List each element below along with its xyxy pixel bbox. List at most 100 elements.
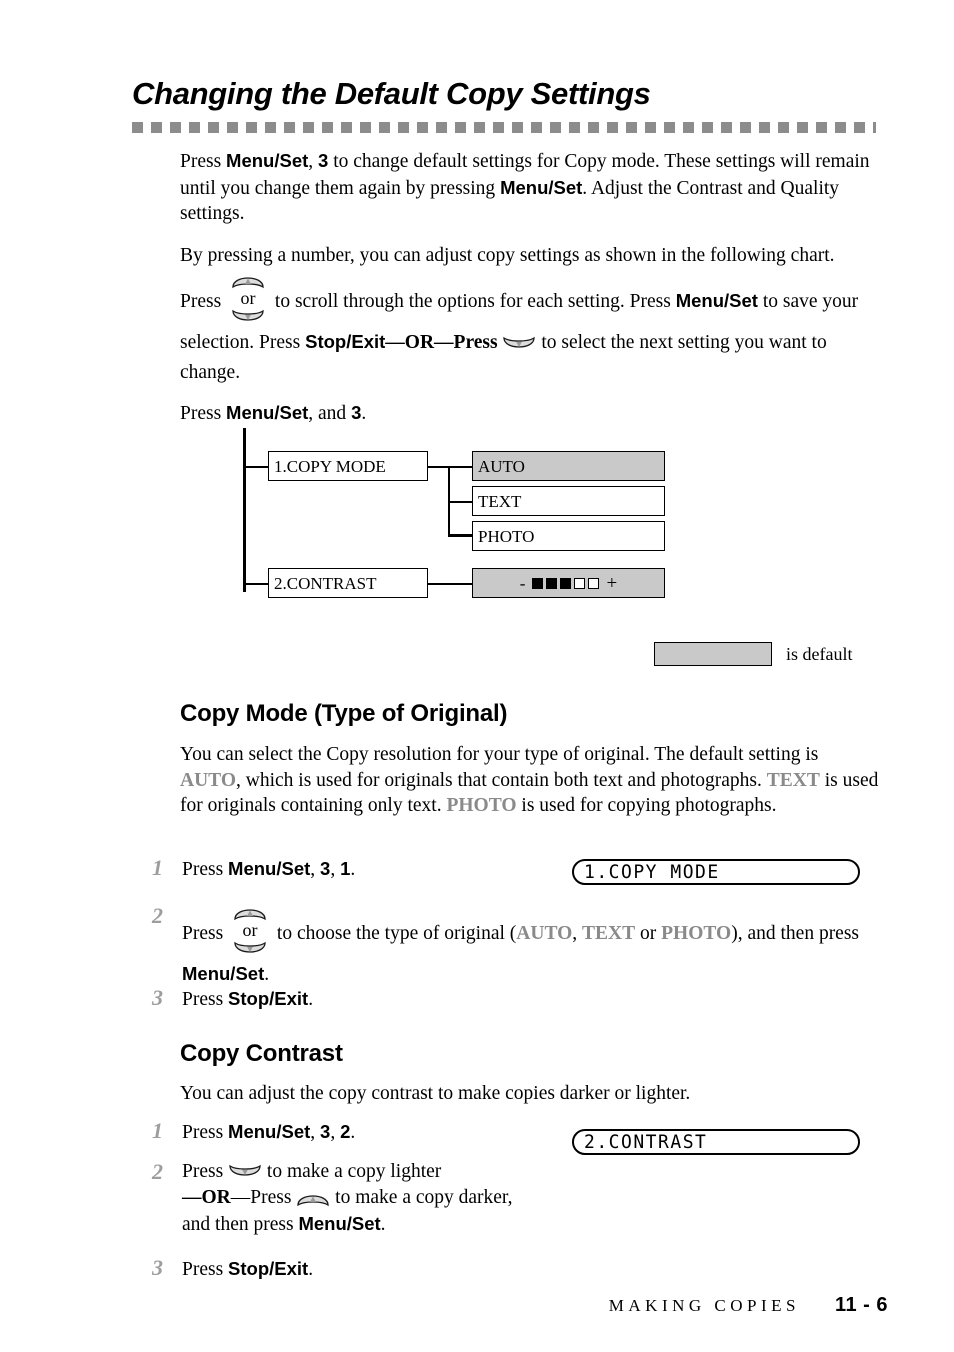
p1-text-a: Press (180, 151, 227, 172)
cs2-b: to make a copy lighter (262, 1161, 442, 1182)
cm-term-auto: AUTO (180, 769, 236, 791)
p3-menuset: Menu/Set (226, 401, 309, 423)
down-arrow-key-icon (228, 1163, 262, 1182)
cs2-or: OR (201, 1187, 231, 1208)
s3-stopexit: Stop/Exit (228, 988, 309, 1009)
s1-menuset: Menu/Set (228, 858, 311, 879)
legend-swatch (654, 642, 772, 666)
cm-body-b: , which is used for originals that conta… (236, 769, 767, 791)
s3-b: . (308, 989, 314, 1010)
cs2-d: and then press (182, 1214, 299, 1235)
cm-term-photo: PHOTO (446, 795, 517, 816)
legend-label: is default (786, 643, 853, 664)
p2-menuset: Menu/Set (675, 289, 758, 311)
p1-text-b: , (308, 151, 319, 172)
p1-menuset-2: Menu/Set (500, 176, 583, 198)
cs2-menuset: Menu/Set (298, 1213, 381, 1234)
contrast-block-empty (574, 577, 586, 589)
p3-text-b: , and (308, 402, 352, 424)
contrast-minus: - (519, 573, 526, 593)
tree-option-box-text: TEXT (472, 486, 665, 516)
s2-b: to choose the type of original ( (272, 923, 517, 944)
up-down-or-key-icon: or (231, 903, 269, 959)
step-number: 3 (152, 1255, 163, 1280)
step-number: 1 (152, 1118, 163, 1143)
step-text: Press Menu/Set, 3, 1. (182, 858, 356, 880)
s2-text: TEXT (582, 923, 636, 944)
menu-tree-diagram: 1.COPY MODE 2.CONTRAST AUTO TEXT PHOTO - (243, 428, 673, 608)
down-arrow-key-icon (231, 307, 265, 337)
step-text: Press Stop/Exit. (182, 988, 314, 1010)
title-dashed-rule (132, 122, 876, 133)
tree-option-label: AUTO (478, 456, 525, 476)
p2-text-b: to scroll through the options for each s… (270, 290, 676, 312)
page-title-wrap: Changing the Default Copy Settings (132, 76, 892, 111)
tree-trunk-line (243, 428, 246, 592)
p2-dash-2: —Press (434, 331, 503, 353)
tree-option-stub-text (448, 501, 473, 504)
cs2-c: to make a copy darker, (330, 1187, 513, 1208)
p2-dash-1: — (385, 331, 405, 353)
copy-mode-step-3: 3 Press Stop/Exit. (152, 985, 552, 1014)
copy-mode-step-1: 1 Press Menu/Set, 3, 1. (152, 855, 552, 884)
p3-key-3: 3 (351, 401, 362, 423)
s2-c: , (572, 923, 583, 944)
cm-body-d: is used for copying photographs. (516, 795, 777, 816)
legend-default: is default (654, 642, 852, 666)
copy-mode-body: You can select the Copy resolution for y… (180, 742, 880, 819)
lcd-text: 1.COPY MODE (584, 861, 720, 883)
cs2-dash2: —Press (230, 1187, 297, 1208)
cs1-menuset: Menu/Set (228, 1121, 311, 1142)
page-title: Changing the Default Copy Settings (132, 76, 651, 111)
contrast-block-empty (588, 577, 600, 589)
intro-body: Press Menu/Set, 3 to change default sett… (180, 148, 880, 426)
step-text: Press to make a copy lighter —OR—Press t… (182, 1159, 712, 1238)
tree-connector-contrast (428, 583, 472, 586)
footer-section-name: MAKING COPIES (608, 1296, 800, 1315)
tree-menu-label: 1.COPY MODE (274, 456, 386, 476)
cs2-dash1: — (182, 1187, 202, 1208)
contrast-blocks (532, 577, 600, 589)
lcd-display-contrast: 2.CONTRAST (572, 1129, 860, 1155)
p3-text-a: Press (180, 402, 227, 424)
up-down-or-key-icon: or (229, 271, 267, 327)
tree-option-stub-auto (448, 466, 473, 469)
or-label: or (240, 287, 256, 308)
step-number: 2 (152, 903, 163, 928)
copy-contrast-step-1: 1 Press Menu/Set, 3, 2. (152, 1118, 552, 1147)
step-text: Press Stop/Exit. (182, 1258, 313, 1280)
document-page: Changing the Default Copy Settings Press… (0, 0, 954, 1352)
cs2-line-3: and then press Menu/Set. (182, 1213, 386, 1235)
intro-paragraph-2: By pressing a number, you can adjust cop… (180, 241, 880, 388)
p1-key-3: 3 (318, 150, 329, 171)
tree-menu-box-copy-mode: 1.COPY MODE (268, 451, 428, 481)
p3-text-c: . (361, 402, 367, 424)
s2-d: or (635, 923, 662, 944)
s1-d: . (350, 859, 356, 880)
contrast-block-filled (560, 577, 572, 589)
cs1-b: , (310, 1122, 321, 1143)
copy-contrast-step-2: 2 Press to make a copy lighter —OR—Press… (152, 1159, 712, 1238)
s2-photo: PHOTO (661, 923, 732, 944)
tree-option-box-contrast-bar: - + (472, 568, 665, 598)
tree-menu-box-contrast: 2.CONTRAST (268, 568, 428, 598)
tree-option-label: TEXT (478, 491, 522, 511)
s1-c: , (330, 859, 341, 880)
step-number: 3 (152, 985, 163, 1010)
tree-option-label: PHOTO (478, 526, 535, 546)
down-arrow-key-icon (502, 334, 536, 353)
cs1-a: Press (182, 1122, 229, 1143)
p2-stopexit: Stop/Exit (305, 330, 386, 352)
section-heading-copy-contrast: Copy Contrast (180, 1040, 343, 1067)
tree-option-box-photo: PHOTO (472, 521, 665, 551)
p2-or-bold: OR (404, 331, 435, 353)
cs1-key-3: 3 (320, 1121, 331, 1142)
s2-a: Press (182, 923, 229, 944)
s1-a: Press (182, 859, 229, 880)
contrast-block-filled (532, 577, 544, 589)
tree-branch-line-2 (243, 583, 269, 586)
cs3-stopexit: Stop/Exit (228, 1258, 309, 1279)
intro-paragraph-1: Press Menu/Set, 3 to change default sett… (180, 148, 880, 227)
step-text: Press or to choose the type of original … (182, 903, 882, 990)
lcd-display-copy-mode: 1.COPY MODE (572, 859, 860, 885)
